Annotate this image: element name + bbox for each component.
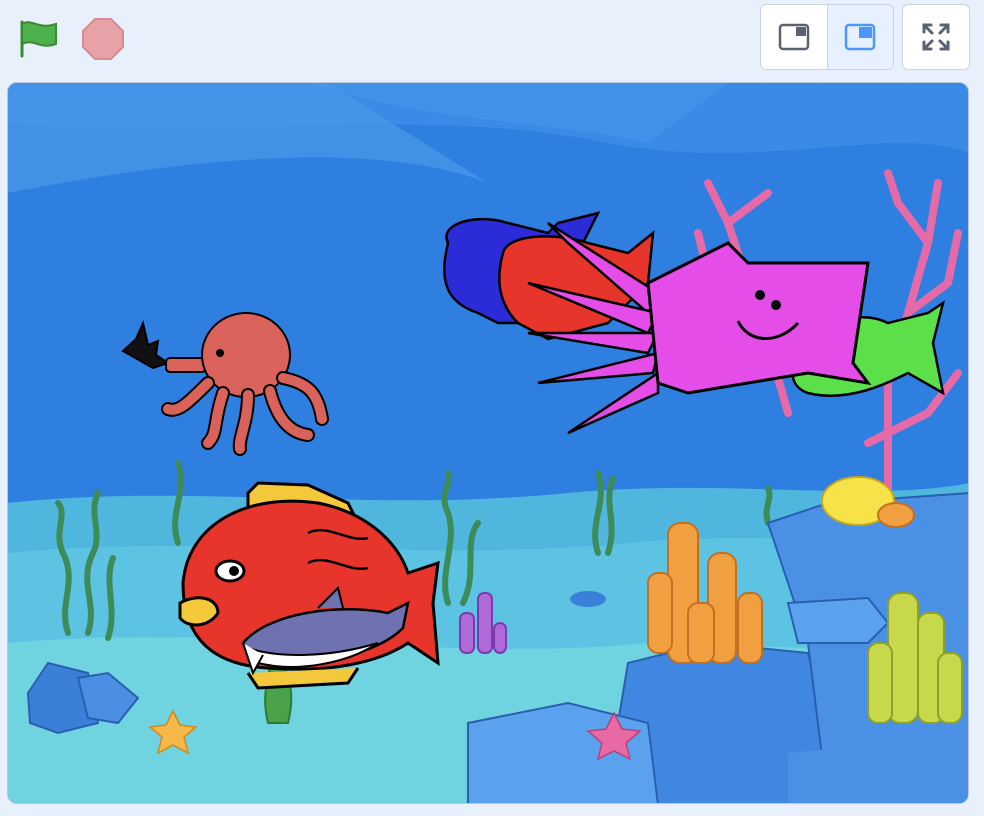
stop-button[interactable] [80,16,126,62]
fullscreen-button[interactable] [902,4,970,70]
normal-stage-button[interactable] [826,5,893,69]
green-flag-icon [20,20,57,58]
green-flag-button[interactable] [16,16,62,62]
normal-stage-icon [845,23,876,51]
small-stage-button[interactable] [761,5,827,69]
stage-size-toggle [760,4,894,70]
underwater-backdrop [8,83,968,803]
small-stage-icon [778,23,809,51]
stage-header [0,0,984,80]
fullscreen-icon [922,23,950,51]
stop-sign-icon [82,18,124,60]
stage-canvas[interactable] [7,82,969,804]
